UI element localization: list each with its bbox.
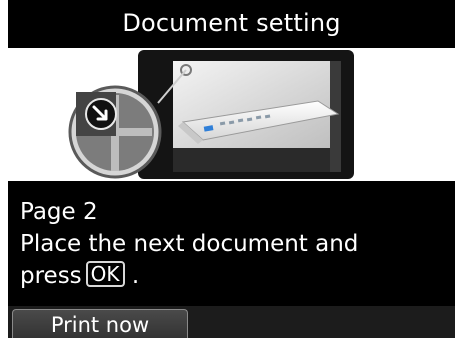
message-area: Page 2 Place the next document and press… bbox=[8, 184, 455, 306]
screen-title: Document setting bbox=[122, 9, 341, 37]
printer-lcd-screen: Document setting Page 2 Place the next d… bbox=[8, 0, 455, 338]
instruction-press-text: press bbox=[20, 263, 82, 289]
title-bar: Document setting bbox=[8, 3, 455, 43]
scanner-platen-icon bbox=[138, 50, 354, 179]
instruction-period: . bbox=[131, 263, 140, 289]
print-now-label: Print now bbox=[50, 313, 150, 337]
page-number-label: Page 2 bbox=[20, 199, 98, 225]
document-placement-illustration bbox=[68, 50, 354, 179]
instruction-line-2: press OK . bbox=[20, 260, 455, 292]
ok-key-icon: OK bbox=[85, 261, 125, 287]
instruction-line-1: Place the next document and bbox=[20, 231, 359, 257]
illustration-panel bbox=[8, 48, 455, 181]
softkey-bar: Print now bbox=[8, 306, 455, 338]
print-now-button[interactable]: Print now bbox=[12, 309, 188, 338]
